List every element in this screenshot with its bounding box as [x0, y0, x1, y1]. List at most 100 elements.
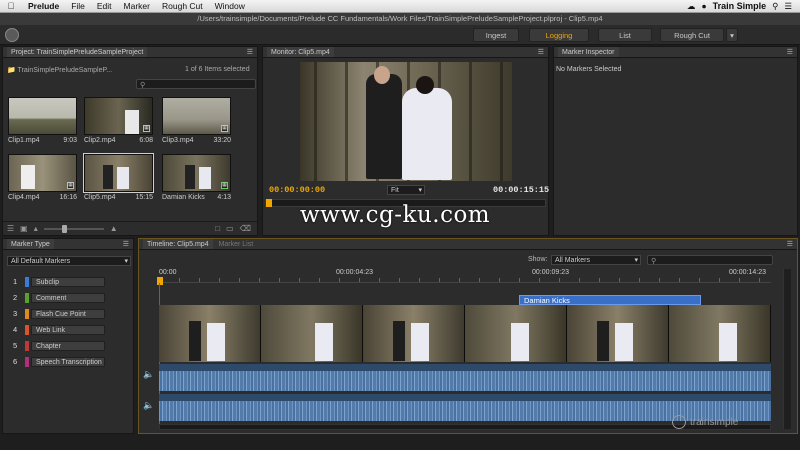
trash-icon[interactable]: ⌫ [240, 224, 257, 233]
audio-track-1[interactable] [159, 364, 771, 391]
marker-type-comment[interactable]: 2 Comment [13, 292, 105, 303]
video-frame [363, 305, 465, 362]
project-panel-header: Project: TrainSimplePreludeSampleProject… [3, 47, 257, 58]
ruler-label: 00:00:04:23 [336, 269, 373, 276]
timeline-search-input[interactable]: ⚲ [647, 255, 773, 265]
marker-type-chapter[interactable]: 5 Chapter [13, 340, 105, 351]
clip-thumbnail[interactable]: ▦ Clip2.mp4 6:08 [84, 97, 153, 150]
marker-list-tab[interactable]: Marker List [215, 239, 258, 249]
clip-duration: 15:15 [135, 194, 153, 201]
marker-hotkey: 5 [13, 341, 18, 350]
menu-file[interactable]: File [65, 1, 91, 11]
marker-inspector-panel: Marker Inspector ☰ No Markers Selected [553, 46, 798, 236]
person-head [374, 66, 390, 84]
ruler-ticks [159, 278, 771, 282]
clip-thumbnail-image: ▦ [8, 154, 77, 192]
monitor-panel-header: Monitor: Clip5.mp4 ☰ [263, 47, 548, 58]
marker-inspector-tab[interactable]: Marker Inspector [558, 47, 619, 57]
speaker-icon[interactable]: 🔈 [143, 369, 154, 380]
window-title: /Users/trainsimple/Documents/Prelude CC … [0, 13, 800, 25]
person-figure [719, 323, 737, 361]
marker-type-tab[interactable]: Marker Type [7, 239, 54, 249]
person-figure-white [402, 88, 452, 180]
clip-duration: 9:03 [63, 137, 77, 144]
menu-rough-cut[interactable]: Rough Cut [156, 1, 209, 11]
subclip-badge-icon: ▦ [221, 182, 228, 189]
menu-edit[interactable]: Edit [91, 1, 118, 11]
time-ruler[interactable]: 00:00 00:00:04:23 00:00:09:23 00:00:14:2… [159, 269, 771, 283]
marker-type-label: Subclip [31, 276, 105, 287]
playhead-icon[interactable] [266, 199, 272, 207]
clip-thumbnail[interactable]: Clip1.mp4 9:03 [8, 97, 77, 150]
workspace-logging[interactable]: Logging [529, 28, 589, 42]
list-view-icon[interactable]: ☰ [7, 224, 14, 233]
new-item-icon[interactable]: □ [215, 224, 220, 233]
workspace-list[interactable]: List [598, 28, 652, 42]
clip-thumbnail-selected[interactable]: Clip5.mp4 15:15 [83, 153, 154, 207]
chevron-down-icon: ▾ [124, 258, 128, 265]
project-search-input[interactable]: ⚲ [136, 79, 256, 89]
monitor-tab[interactable]: Monitor: Clip5.mp4 [267, 47, 334, 57]
person-figure [103, 165, 113, 189]
new-folder-icon[interactable]: ▭ [226, 224, 234, 233]
thumbnail-view-icon[interactable]: ▣ [20, 224, 28, 233]
panel-menu-icon[interactable]: ☰ [787, 47, 793, 57]
clip-name: Clip1.mp4 [8, 137, 40, 144]
marker-type-web-link[interactable]: 4 Web Link [13, 324, 105, 335]
zoom-in-icon[interactable]: ▲ [110, 224, 118, 233]
video-frame [465, 305, 567, 362]
menu-marker[interactable]: Marker [118, 1, 156, 11]
clip-thumbnail-image: ▦ [162, 97, 231, 135]
panel-menu-icon[interactable]: ☰ [787, 239, 793, 249]
marker-type-subclip[interactable]: 1 Subclip [13, 276, 105, 287]
clip-name: Clip3.mp4 [162, 137, 194, 144]
cloud-icon[interactable]: ☁ [687, 1, 696, 12]
panel-menu-icon[interactable]: ☰ [123, 239, 129, 249]
user-icon[interactable]: ● [701, 1, 706, 11]
subclip-marker[interactable]: Damian Kicks [519, 295, 701, 305]
project-folder-name: TrainSimplePreludeSampleP... [17, 67, 113, 74]
folder-icon: 📁 [7, 67, 16, 74]
zoom-out-icon[interactable]: ▴ [34, 224, 38, 233]
clip-duration-timecode: 00:00:15:15 [493, 185, 550, 195]
vertical-scrollbar[interactable] [783, 269, 791, 429]
trainsimple-logo-icon [672, 415, 686, 429]
search-icon[interactable]: ⚲ [772, 1, 778, 12]
marker-filter-select[interactable]: All Default Markers ▾ [7, 256, 131, 266]
menu-window[interactable]: Window [209, 1, 251, 11]
video-frame [669, 305, 771, 362]
current-timecode[interactable]: 00:00:00:00 [269, 185, 325, 195]
marker-type-speech-transcription[interactable]: 6 Speech Transcription [13, 356, 105, 367]
project-panel: Project: TrainSimplePreludeSampleProject… [2, 46, 258, 236]
panel-menu-icon[interactable]: ☰ [538, 47, 544, 57]
workspace-menu-chevron-icon[interactable]: ▾ [726, 28, 738, 42]
zoom-select[interactable]: Fit ▾ [387, 185, 425, 195]
search-icon: ⚲ [140, 82, 146, 89]
panel-menu-icon[interactable]: ☰ [247, 47, 253, 57]
clip-thumbnail[interactable]: ▦ Clip3.mp4 33:20 [162, 97, 231, 150]
clip-badge-icon: ▦ [221, 125, 228, 132]
workspace-rough-cut[interactable]: Rough Cut [660, 28, 724, 42]
timeline-tab[interactable]: Timeline: Clip5.mp4 [143, 239, 213, 249]
workspace-ingest[interactable]: Ingest [473, 28, 519, 42]
marker-color-swatch [25, 356, 29, 367]
show-markers-select[interactable]: All Markers ▾ [551, 255, 641, 265]
person-figure [21, 165, 35, 189]
watermark-text: www.cg-ku.com [300, 202, 491, 228]
ruler-label: 00:00:09:23 [532, 269, 569, 276]
menu-app[interactable]: Prelude [22, 1, 65, 11]
video-track[interactable] [159, 305, 771, 362]
slider-handle[interactable] [61, 224, 67, 233]
thumbnail-size-slider[interactable] [43, 224, 104, 233]
project-tab[interactable]: Project: TrainSimplePreludeSampleProject [7, 47, 148, 57]
speaker-icon[interactable]: 🔈 [143, 400, 154, 411]
marker-hotkey: 1 [13, 277, 18, 286]
clip-thumbnail[interactable]: ▦ Damian Kicks 4:13 [162, 154, 231, 207]
list-icon[interactable]: ☰ [784, 1, 792, 12]
apple-icon[interactable]:  [0, 1, 22, 11]
marker-type-flash-cue-point[interactable]: 3 Flash Cue Point [13, 308, 105, 319]
clip-thumbnail[interactable]: ▦ Clip4.mp4 16:16 [8, 154, 77, 207]
clip-thumbnail-image: ▦ [162, 154, 231, 192]
video-preview[interactable] [300, 62, 512, 181]
playhead-icon[interactable] [157, 277, 163, 285]
